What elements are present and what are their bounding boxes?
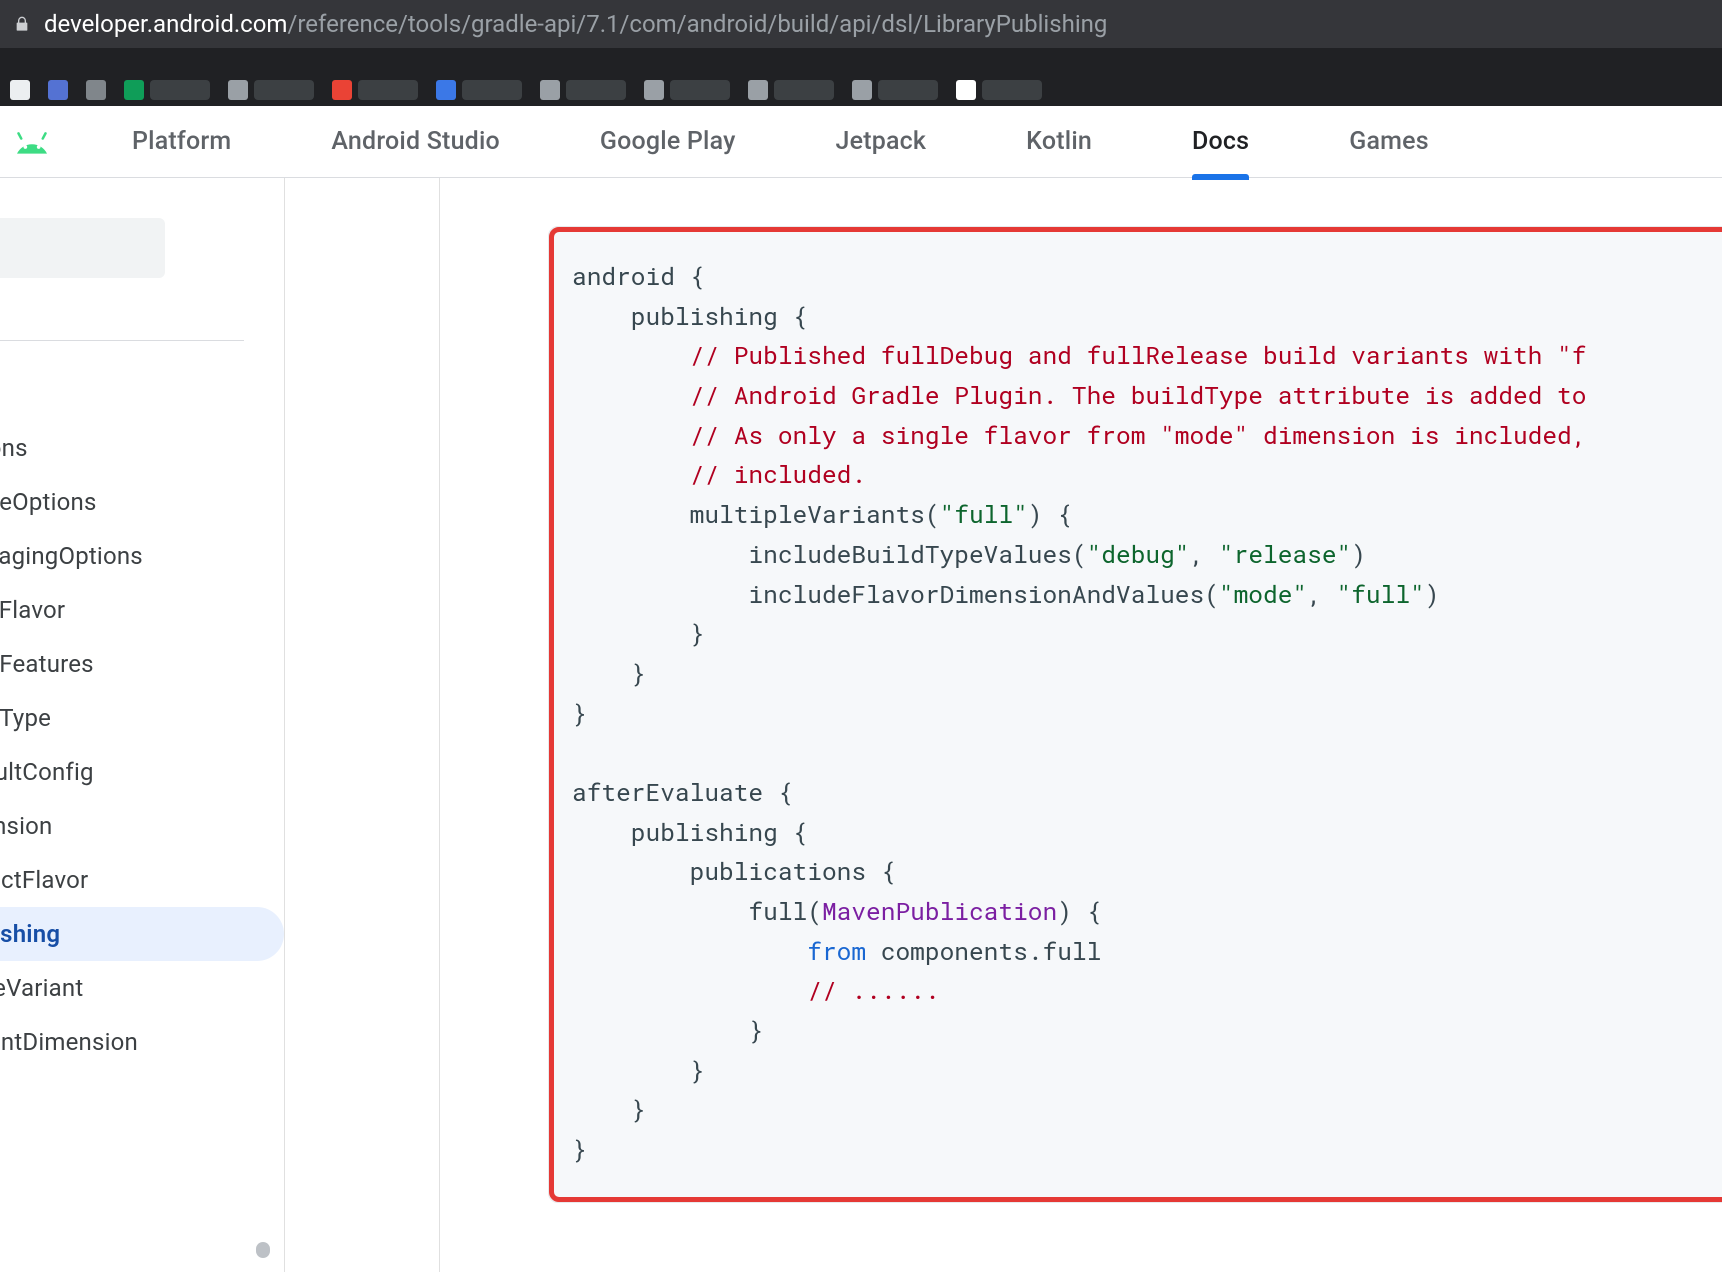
nav-kotlin[interactable]: Kotlin <box>1026 127 1092 156</box>
url-path: /reference/tools/gradle-api/7.1/com/andr… <box>287 10 1107 38</box>
nav-platform[interactable]: Platform <box>132 127 231 156</box>
sidebar-filter-input[interactable] <box>0 218 165 278</box>
sidebar-item-librarypublishing[interactable]: ublishing <box>0 907 284 961</box>
code-sample-card: android { publishing { // Published full… <box>548 226 1722 1203</box>
nav-android-studio[interactable]: Android Studio <box>331 127 500 156</box>
code-highlight-box: android { publishing { // Published full… <box>549 227 1722 1202</box>
bookmarks-bar <box>0 48 1722 106</box>
primary-nav: Platform Android Studio Google Play Jetp… <box>0 106 1722 178</box>
android-logo-icon <box>12 130 52 154</box>
scrollbar-thumb[interactable] <box>256 1242 270 1258</box>
sidebar-scrollbar[interactable] <box>256 968 270 1258</box>
sidebar-item[interactable]: xtension <box>0 799 284 853</box>
sidebar-item[interactable]: ackagingOptions <box>0 529 284 583</box>
sidebar-item[interactable]: efaultConfig <box>0 745 284 799</box>
sidebar-item[interactable]: npileOptions <box>0 475 284 529</box>
sidebar-item[interactable]: aseFlavor <box>0 583 284 637</box>
url-domain: developer.android.com <box>44 10 287 38</box>
sidebar-separator <box>0 340 244 341</box>
sidebar-item[interactable]: ngleVariant <box>0 961 284 1015</box>
nav-docs[interactable]: Docs <box>1192 127 1249 156</box>
sidebar-item[interactable]: ariantDimension <box>0 1015 284 1069</box>
sidebar-item[interactable]: oductFlavor <box>0 853 284 907</box>
sidebar-item[interactable]: ptions <box>0 421 284 475</box>
reference-sidebar: ılıl on ptions npileOptions ackagingOpti… <box>0 178 285 1272</box>
nav-games[interactable]: Games <box>1349 127 1429 156</box>
sidebar-item[interactable]: uildFeatures <box>0 637 284 691</box>
lock-icon <box>14 14 30 34</box>
secondary-rail <box>285 178 440 1272</box>
code-block[interactable]: android { publishing { // Published full… <box>572 256 1722 1169</box>
nav-jetpack[interactable]: Jetpack <box>836 127 927 156</box>
main-content: android { publishing { // Published full… <box>440 178 1722 1272</box>
sidebar-item[interactable]: uildType <box>0 691 284 745</box>
nav-google-play[interactable]: Google Play <box>600 127 736 156</box>
sidebar-item[interactable]: on <box>0 367 284 421</box>
browser-url-bar[interactable]: developer.android.com/reference/tools/gr… <box>0 0 1722 48</box>
